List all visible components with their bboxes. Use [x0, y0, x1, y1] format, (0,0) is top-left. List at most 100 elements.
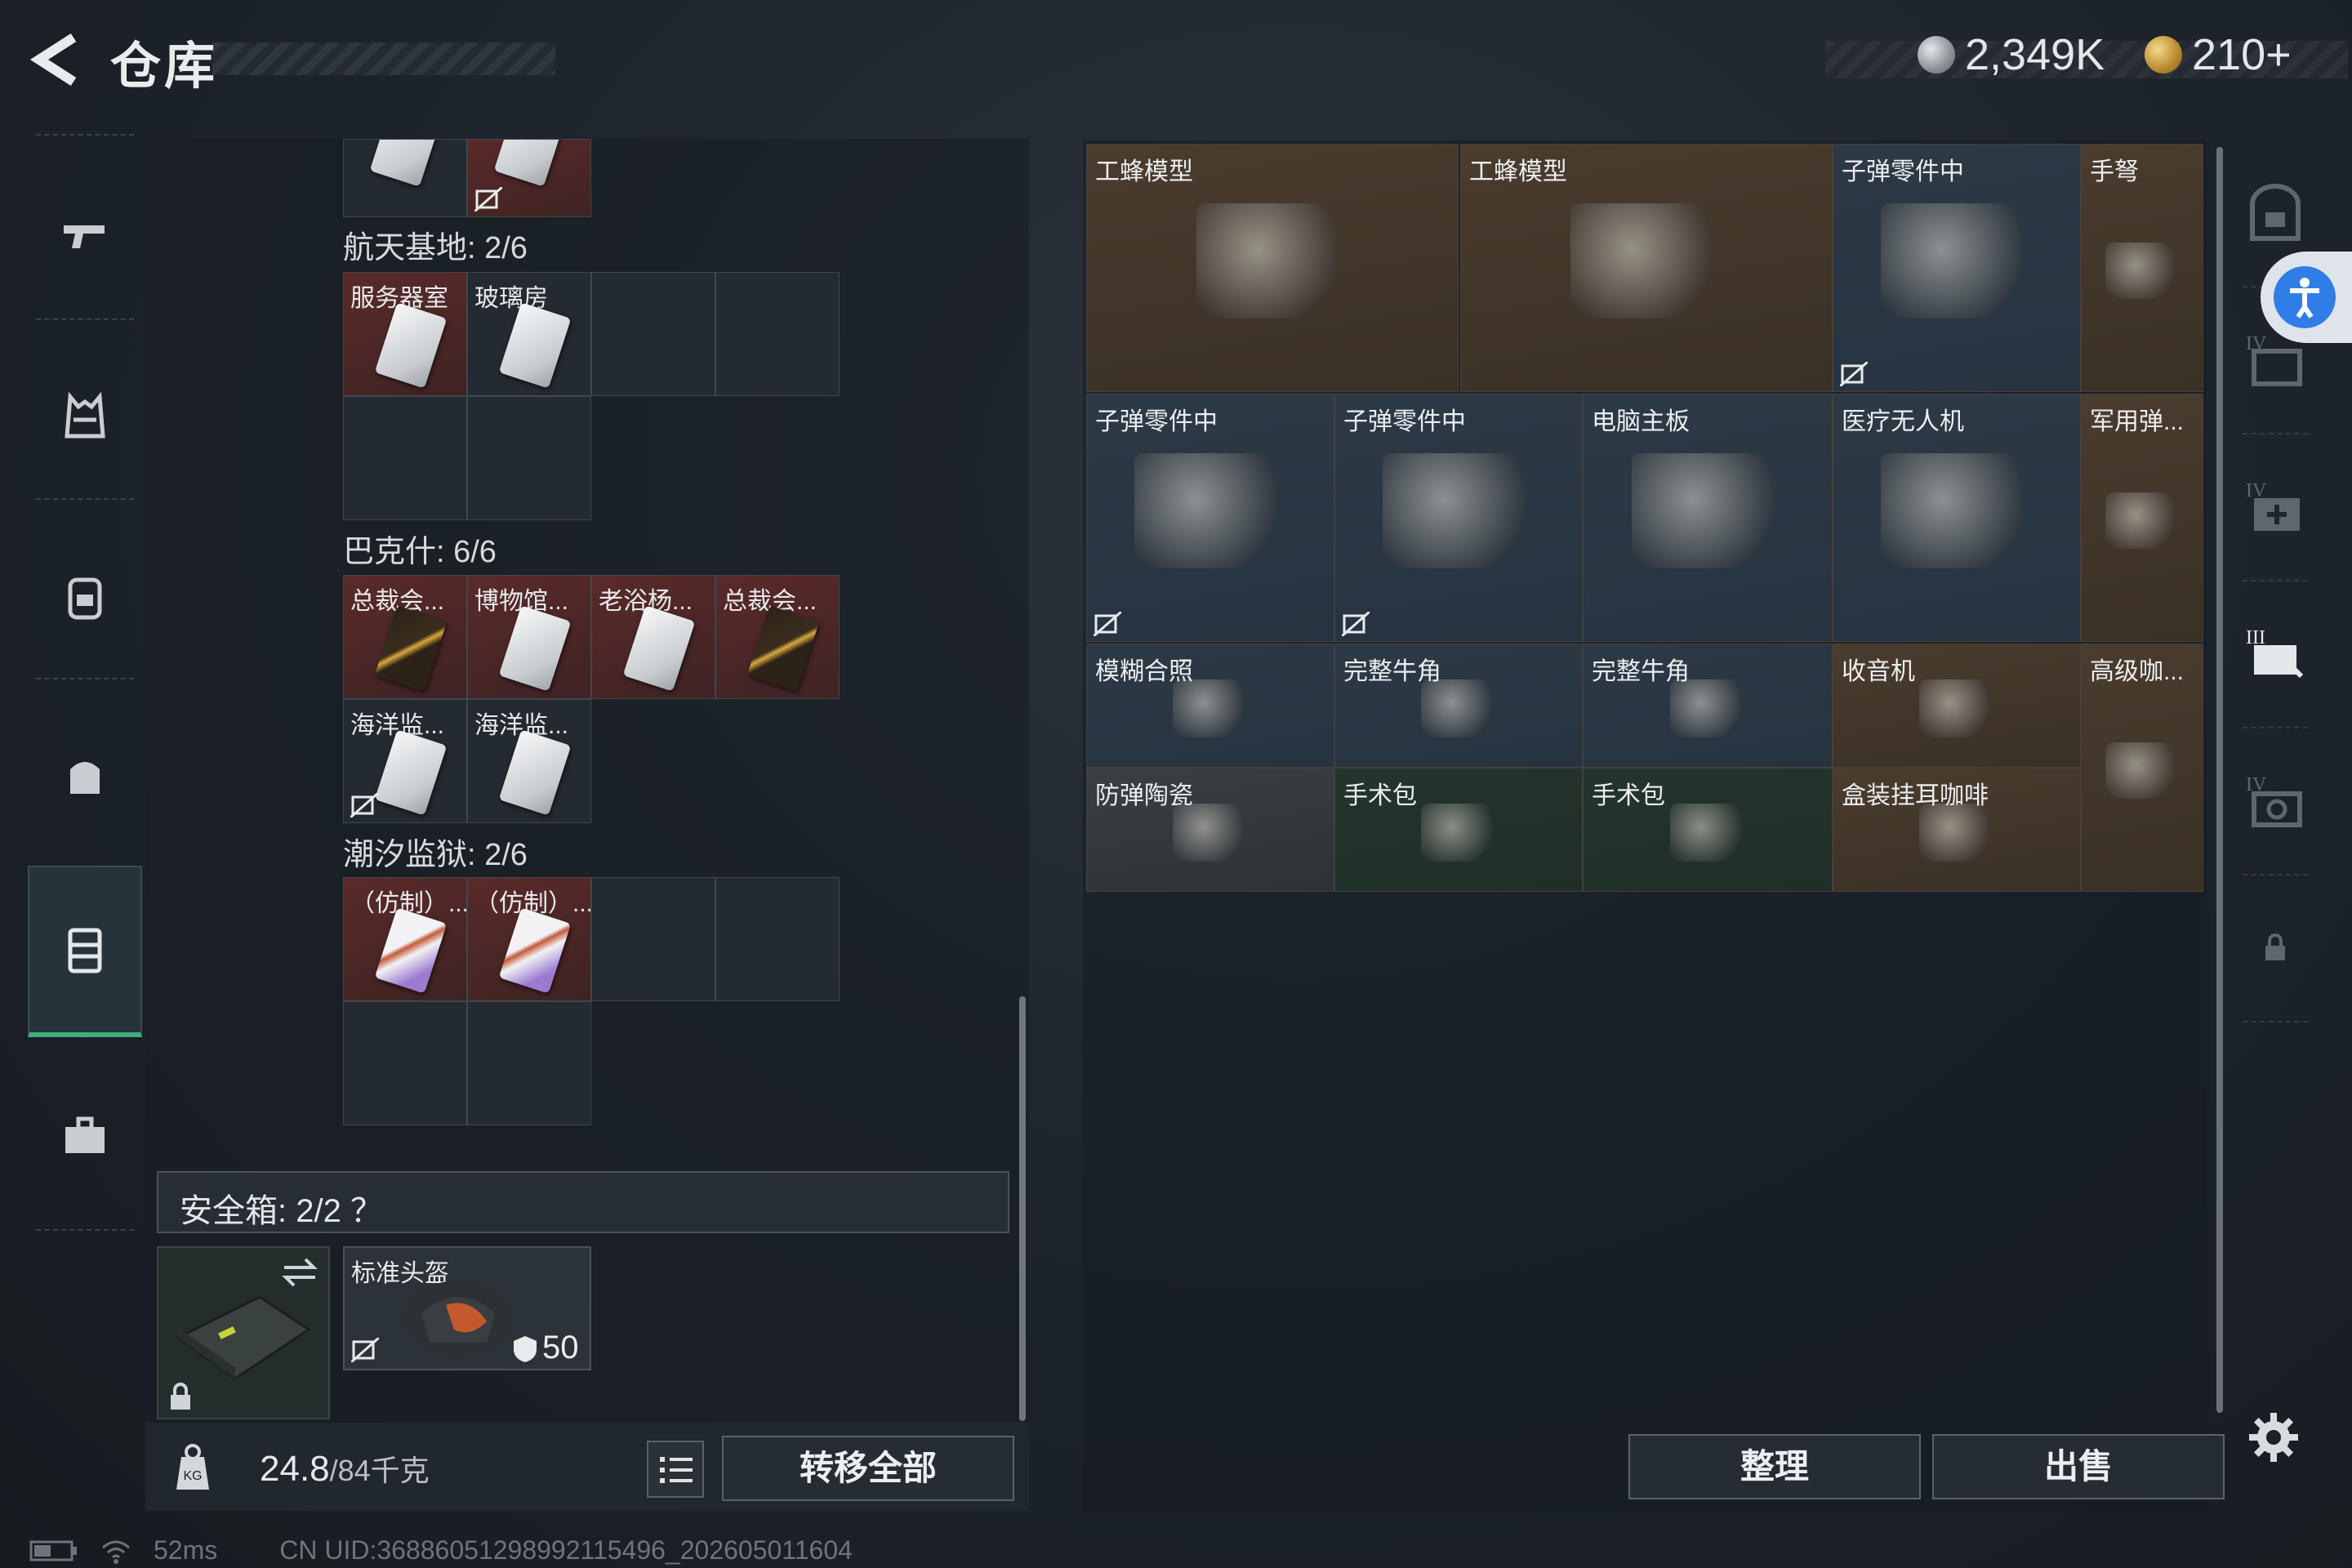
- stash-item-cell[interactable]: 总裁会...: [343, 575, 467, 699]
- silver-coin-icon: [1918, 36, 1955, 74]
- stash-item-cell[interactable]: 海洋监...: [467, 699, 591, 823]
- stash-partial-row: [343, 139, 591, 217]
- item-image: [1918, 803, 1997, 862]
- inventory-item-cell[interactable]: 收音机: [1833, 644, 2081, 768]
- inventory-item-cell[interactable]: 盒装挂耳咖啡: [1833, 768, 2081, 892]
- inventory-item-cell[interactable]: 工蜂模型: [1460, 144, 1833, 392]
- ping-value: 52ms: [154, 1535, 218, 1565]
- tab-stash-5[interactable]: IV: [2226, 735, 2324, 866]
- inventory-item-cell[interactable]: 模糊合照: [1086, 644, 1334, 768]
- inventory-item-cell[interactable]: 子弹零件中: [1833, 144, 2081, 392]
- empty-slot[interactable]: [343, 396, 467, 520]
- organize-button[interactable]: 整理: [1628, 1434, 1921, 1499]
- stash-item-cell[interactable]: 玻璃房: [467, 272, 591, 396]
- stash-item-cell[interactable]: （仿制）...: [467, 877, 591, 1001]
- stash-scrollbar[interactable]: [1019, 996, 1026, 1421]
- nav-backpack[interactable]: [28, 514, 142, 678]
- gold-currency[interactable]: 210+: [2145, 29, 2292, 80]
- stash-item-cell[interactable]: 博物馆...: [467, 575, 591, 699]
- item-name: 医疗无人机: [1842, 408, 1964, 435]
- inventory-item-cell[interactable]: 军用弹...: [2081, 394, 2203, 642]
- item-name: 完整牛角: [1343, 658, 1441, 685]
- accessibility-button[interactable]: [2261, 252, 2352, 343]
- wifi-icon: [102, 1540, 130, 1564]
- stash-item-cell[interactable]: 海洋监...: [343, 699, 467, 823]
- weight-max: /84千克: [329, 1454, 430, 1487]
- item-name: 盒装挂耳咖啡: [1842, 782, 1989, 809]
- no-trade-icon: [474, 187, 502, 212]
- tab-stash-3[interactable]: IV: [2226, 441, 2324, 572]
- nav-armor[interactable]: [28, 335, 142, 498]
- list-icon: [660, 1457, 693, 1483]
- safebox-container-slot[interactable]: [157, 1246, 330, 1419]
- transfer-all-button[interactable]: 转移全部: [722, 1436, 1014, 1501]
- item-image: [1669, 679, 1748, 737]
- gold-amount: 210+: [2192, 30, 2292, 79]
- inventory-item-cell[interactable]: 防弹陶瓷: [1086, 768, 1334, 892]
- inventory-item-cell[interactable]: 手弩: [2081, 144, 2203, 392]
- section-label-bakhsh: 巴克什: 6/6: [343, 535, 497, 569]
- svg-text:KG: KG: [183, 1469, 202, 1483]
- lock-icon: [171, 1383, 190, 1410]
- back-arrow-icon[interactable]: [24, 31, 90, 88]
- empty-slot[interactable]: [467, 396, 591, 520]
- list-view-button[interactable]: [647, 1441, 704, 1498]
- item-name: 模糊合照: [1095, 658, 1193, 685]
- stash-item-cell[interactable]: 服务器室: [343, 272, 467, 396]
- empty-slot[interactable]: [591, 877, 715, 1001]
- accessibility-icon: [2274, 266, 2336, 328]
- silver-currency: 2,349K: [1918, 29, 2105, 80]
- left-category-nav: [28, 131, 142, 1233]
- inventory-item-cell[interactable]: 完整牛角: [1334, 644, 1583, 768]
- stash-item-cell[interactable]: 总裁会...: [715, 575, 840, 699]
- empty-slot[interactable]: [591, 272, 715, 396]
- nav-divider: [2243, 580, 2308, 581]
- inventory-item-cell[interactable]: 医疗无人机: [1833, 394, 2081, 642]
- inventory-item-cell[interactable]: 完整牛角: [1583, 644, 1833, 768]
- item-image: [1172, 803, 1250, 862]
- stash-item-cell[interactable]: [343, 139, 467, 217]
- empty-slot[interactable]: [343, 1001, 467, 1125]
- nav-chest-rig[interactable]: [28, 694, 142, 858]
- stash-grid-bakhsh: 总裁会... 博物馆... 老浴杨... 总裁会... 海洋监... 海洋监..…: [343, 575, 840, 823]
- inventory-item-cell[interactable]: 电脑主板: [1583, 394, 1833, 642]
- empty-slot[interactable]: [715, 877, 840, 1001]
- sell-button[interactable]: 出售: [1932, 1434, 2225, 1499]
- inventory-item-cell[interactable]: 高级咖...: [2081, 644, 2203, 892]
- nav-weapon[interactable]: [28, 155, 142, 318]
- tab-locked[interactable]: [2226, 882, 2324, 1013]
- tab-stash-4-active[interactable]: III: [2226, 588, 2324, 719]
- empty-slot[interactable]: [715, 272, 840, 396]
- weight-readout: 24.8/84千克: [260, 1447, 430, 1490]
- no-trade-icon: [1094, 612, 1121, 636]
- swap-icon[interactable]: [281, 1256, 318, 1289]
- inventory-item-cell[interactable]: 手术包: [1334, 768, 1583, 892]
- inventory-item-cell[interactable]: 子弹零件中: [1334, 394, 1583, 642]
- item-image: [1631, 452, 1786, 569]
- item-name: 电脑主板: [1592, 408, 1690, 435]
- item-image: [1918, 679, 1997, 737]
- stash-item-cell[interactable]: [467, 139, 591, 217]
- nav-toolbox[interactable]: [28, 1054, 142, 1217]
- weight-kg-icon: KG: [176, 1444, 209, 1490]
- helmet-item[interactable]: 标准头盔 50: [343, 1246, 591, 1370]
- stash-item-cell[interactable]: （仿制）...: [343, 877, 467, 1001]
- item-image: [1669, 803, 1748, 862]
- inventory-item-cell[interactable]: 工蜂模型: [1086, 144, 1459, 392]
- stash-grid-spacebase: 服务器室 玻璃房: [343, 272, 840, 520]
- no-trade-icon: [351, 1338, 379, 1362]
- inventory-item-cell[interactable]: 子弹零件中: [1086, 394, 1334, 642]
- safebox-header[interactable]: 安全箱: 2/2 ？: [157, 1171, 1009, 1233]
- item-name: 手术包: [1592, 782, 1665, 809]
- inventory-item-cell[interactable]: 手术包: [1583, 768, 1833, 892]
- bag-icon: [70, 762, 100, 794]
- lock-icon: [2265, 933, 2285, 960]
- nav-container[interactable]: [28, 866, 142, 1037]
- settings-gear-icon[interactable]: [2247, 1411, 2300, 1463]
- nav-divider: [36, 1229, 134, 1231]
- empty-slot[interactable]: [467, 1001, 591, 1125]
- item-image: [1382, 452, 1537, 569]
- stash-item-cell[interactable]: 老浴杨...: [591, 575, 715, 699]
- weight-current: 24.8: [260, 1449, 330, 1489]
- inventory-scrollbar[interactable]: [2216, 147, 2223, 1413]
